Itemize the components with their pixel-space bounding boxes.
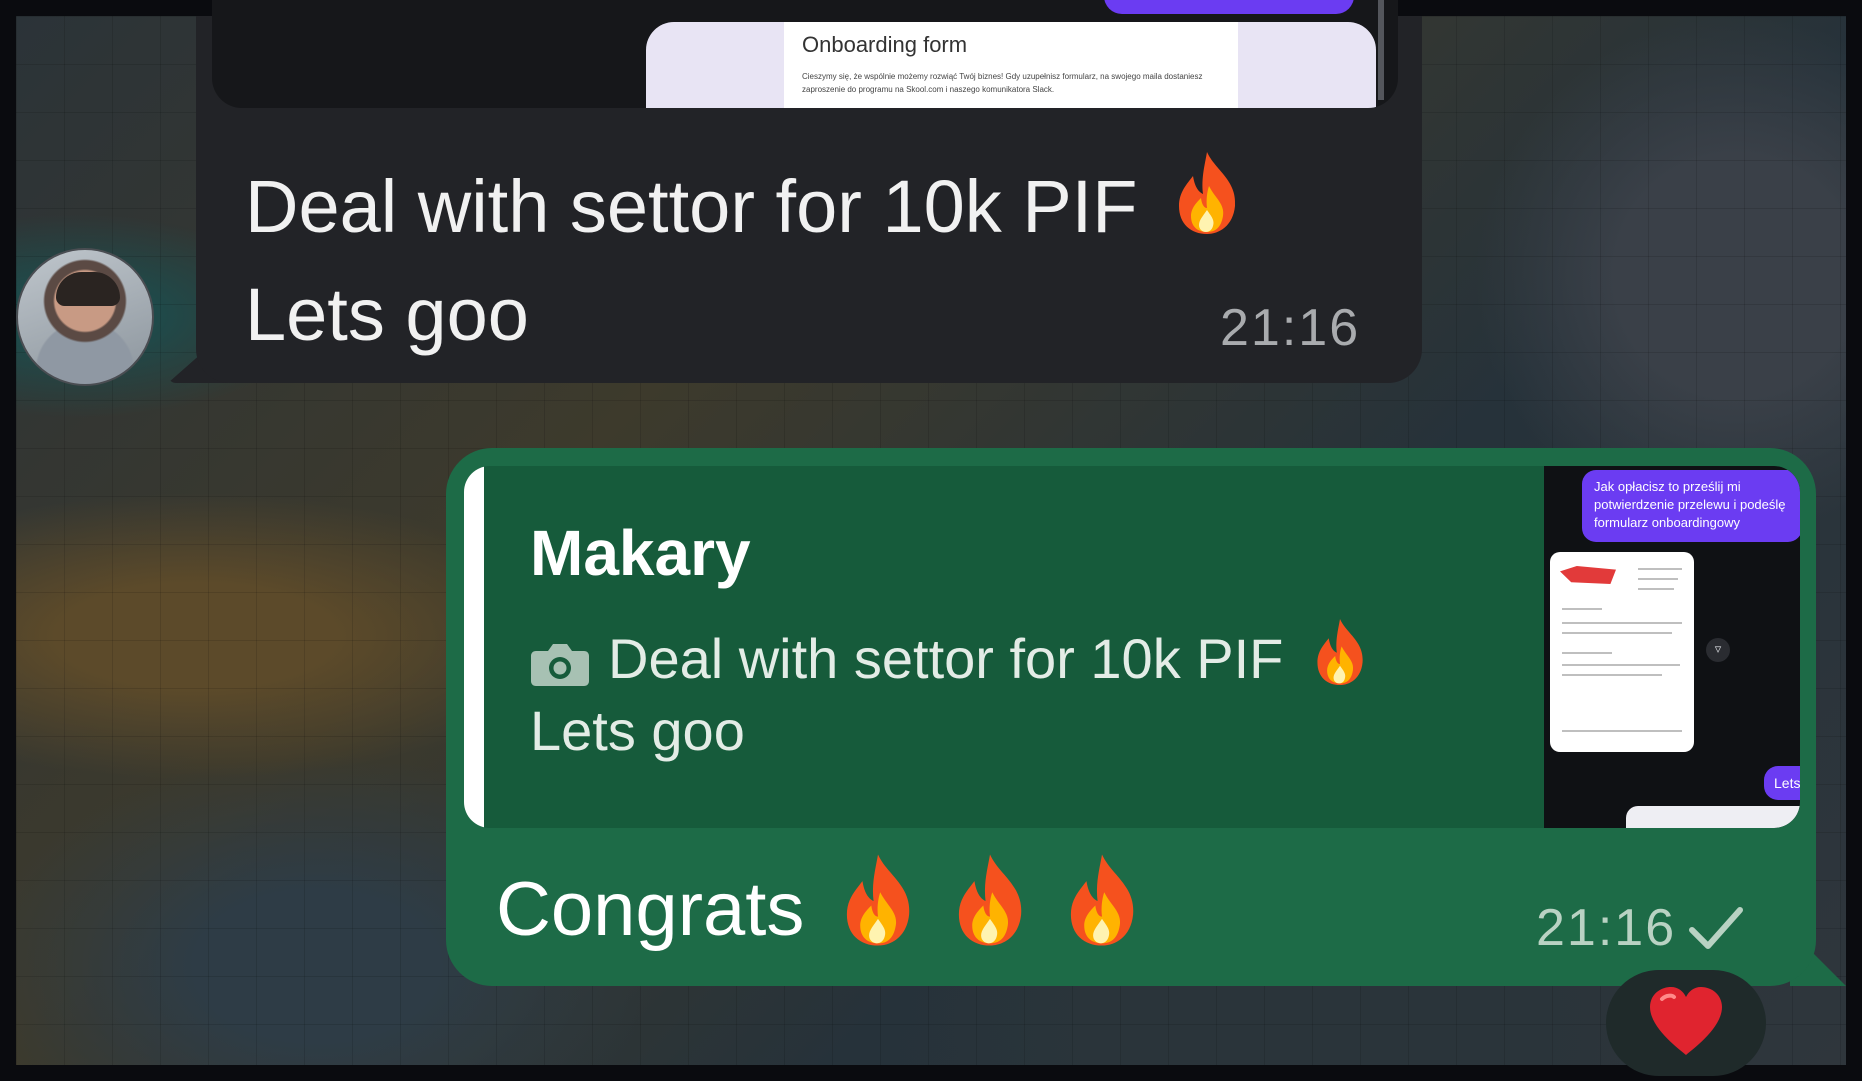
invoice-line bbox=[1562, 730, 1682, 732]
fire-icon bbox=[1311, 617, 1369, 700]
invoice-line bbox=[1562, 664, 1680, 666]
invoice-line bbox=[1638, 568, 1682, 570]
camera-icon bbox=[530, 635, 590, 686]
invoice-line bbox=[1562, 608, 1602, 610]
check-icon bbox=[1688, 904, 1744, 952]
invoice-line bbox=[1562, 622, 1682, 624]
outgoing-message-text: Congrats bbox=[496, 852, 1142, 966]
thumb-chat-bubble: Jak opłacisz to prześlij mi potwierdzeni… bbox=[1582, 470, 1800, 542]
incoming-line-2: Lets goo bbox=[245, 273, 529, 356]
media-purple-pill bbox=[1104, 0, 1354, 14]
fire-icon bbox=[950, 852, 1030, 966]
reply-text-1: Deal with settor for 10k PIF bbox=[608, 626, 1284, 690]
reply-text-2: Lets goo bbox=[530, 699, 745, 762]
onboarding-doc-card: Onboarding form Cieszymy się, że wspólni… bbox=[646, 22, 1376, 108]
fire-icon bbox=[1171, 150, 1243, 263]
fire-icon bbox=[838, 852, 918, 966]
invoice-line bbox=[1562, 652, 1612, 654]
reply-thumbnail: Jak opłacisz to prześlij mi potwierdzeni… bbox=[1544, 466, 1800, 828]
thumb-invoice-image bbox=[1550, 552, 1694, 752]
doc-paper: Onboarding form Cieszymy się, że wspólni… bbox=[784, 22, 1238, 108]
avatar-hair bbox=[56, 272, 120, 306]
reaction-badge[interactable] bbox=[1606, 970, 1766, 1076]
invoice-line bbox=[1562, 632, 1672, 634]
doc-title: Onboarding form bbox=[802, 32, 968, 57]
outgoing-timestamp: 21:16 bbox=[1536, 898, 1744, 958]
thumb-nav-icon: ▿ bbox=[1706, 638, 1730, 662]
thumb-doc-strip bbox=[1626, 806, 1800, 828]
incoming-timestamp: 21:16 bbox=[1220, 299, 1361, 357]
reply-line-1: Deal with settor for 10k PIF bbox=[530, 618, 1369, 698]
reply-accent-bar bbox=[464, 466, 484, 828]
reply-sender-name: Makary bbox=[530, 517, 751, 589]
redacted-mark bbox=[1560, 566, 1616, 584]
fire-icon bbox=[1062, 852, 1142, 966]
incoming-media-preview[interactable]: Onboarding form Cieszymy się, że wspólni… bbox=[212, 0, 1398, 108]
thumb-lets-bubble: Lets bbox=[1764, 766, 1800, 800]
media-scrollbar bbox=[1378, 0, 1384, 100]
congrats-text: Congrats bbox=[496, 866, 805, 952]
invoice-line bbox=[1638, 588, 1674, 590]
sender-avatar[interactable] bbox=[16, 248, 154, 386]
incoming-line-1: Deal with settor for 10k PIF bbox=[245, 164, 1138, 248]
invoice-line bbox=[1562, 674, 1662, 676]
reply-quote[interactable]: Makary Deal with settor for 10k PIF Lets… bbox=[464, 466, 1800, 828]
doc-body: Cieszymy się, że wspólnie możemy rozwiąć… bbox=[802, 72, 1203, 94]
outgoing-time-text: 21:16 bbox=[1536, 899, 1677, 957]
incoming-message-text: Deal with settor for 10k PIF Lets goo bbox=[245, 150, 1243, 367]
heart-icon bbox=[1646, 985, 1726, 1061]
invoice-line bbox=[1638, 578, 1678, 580]
